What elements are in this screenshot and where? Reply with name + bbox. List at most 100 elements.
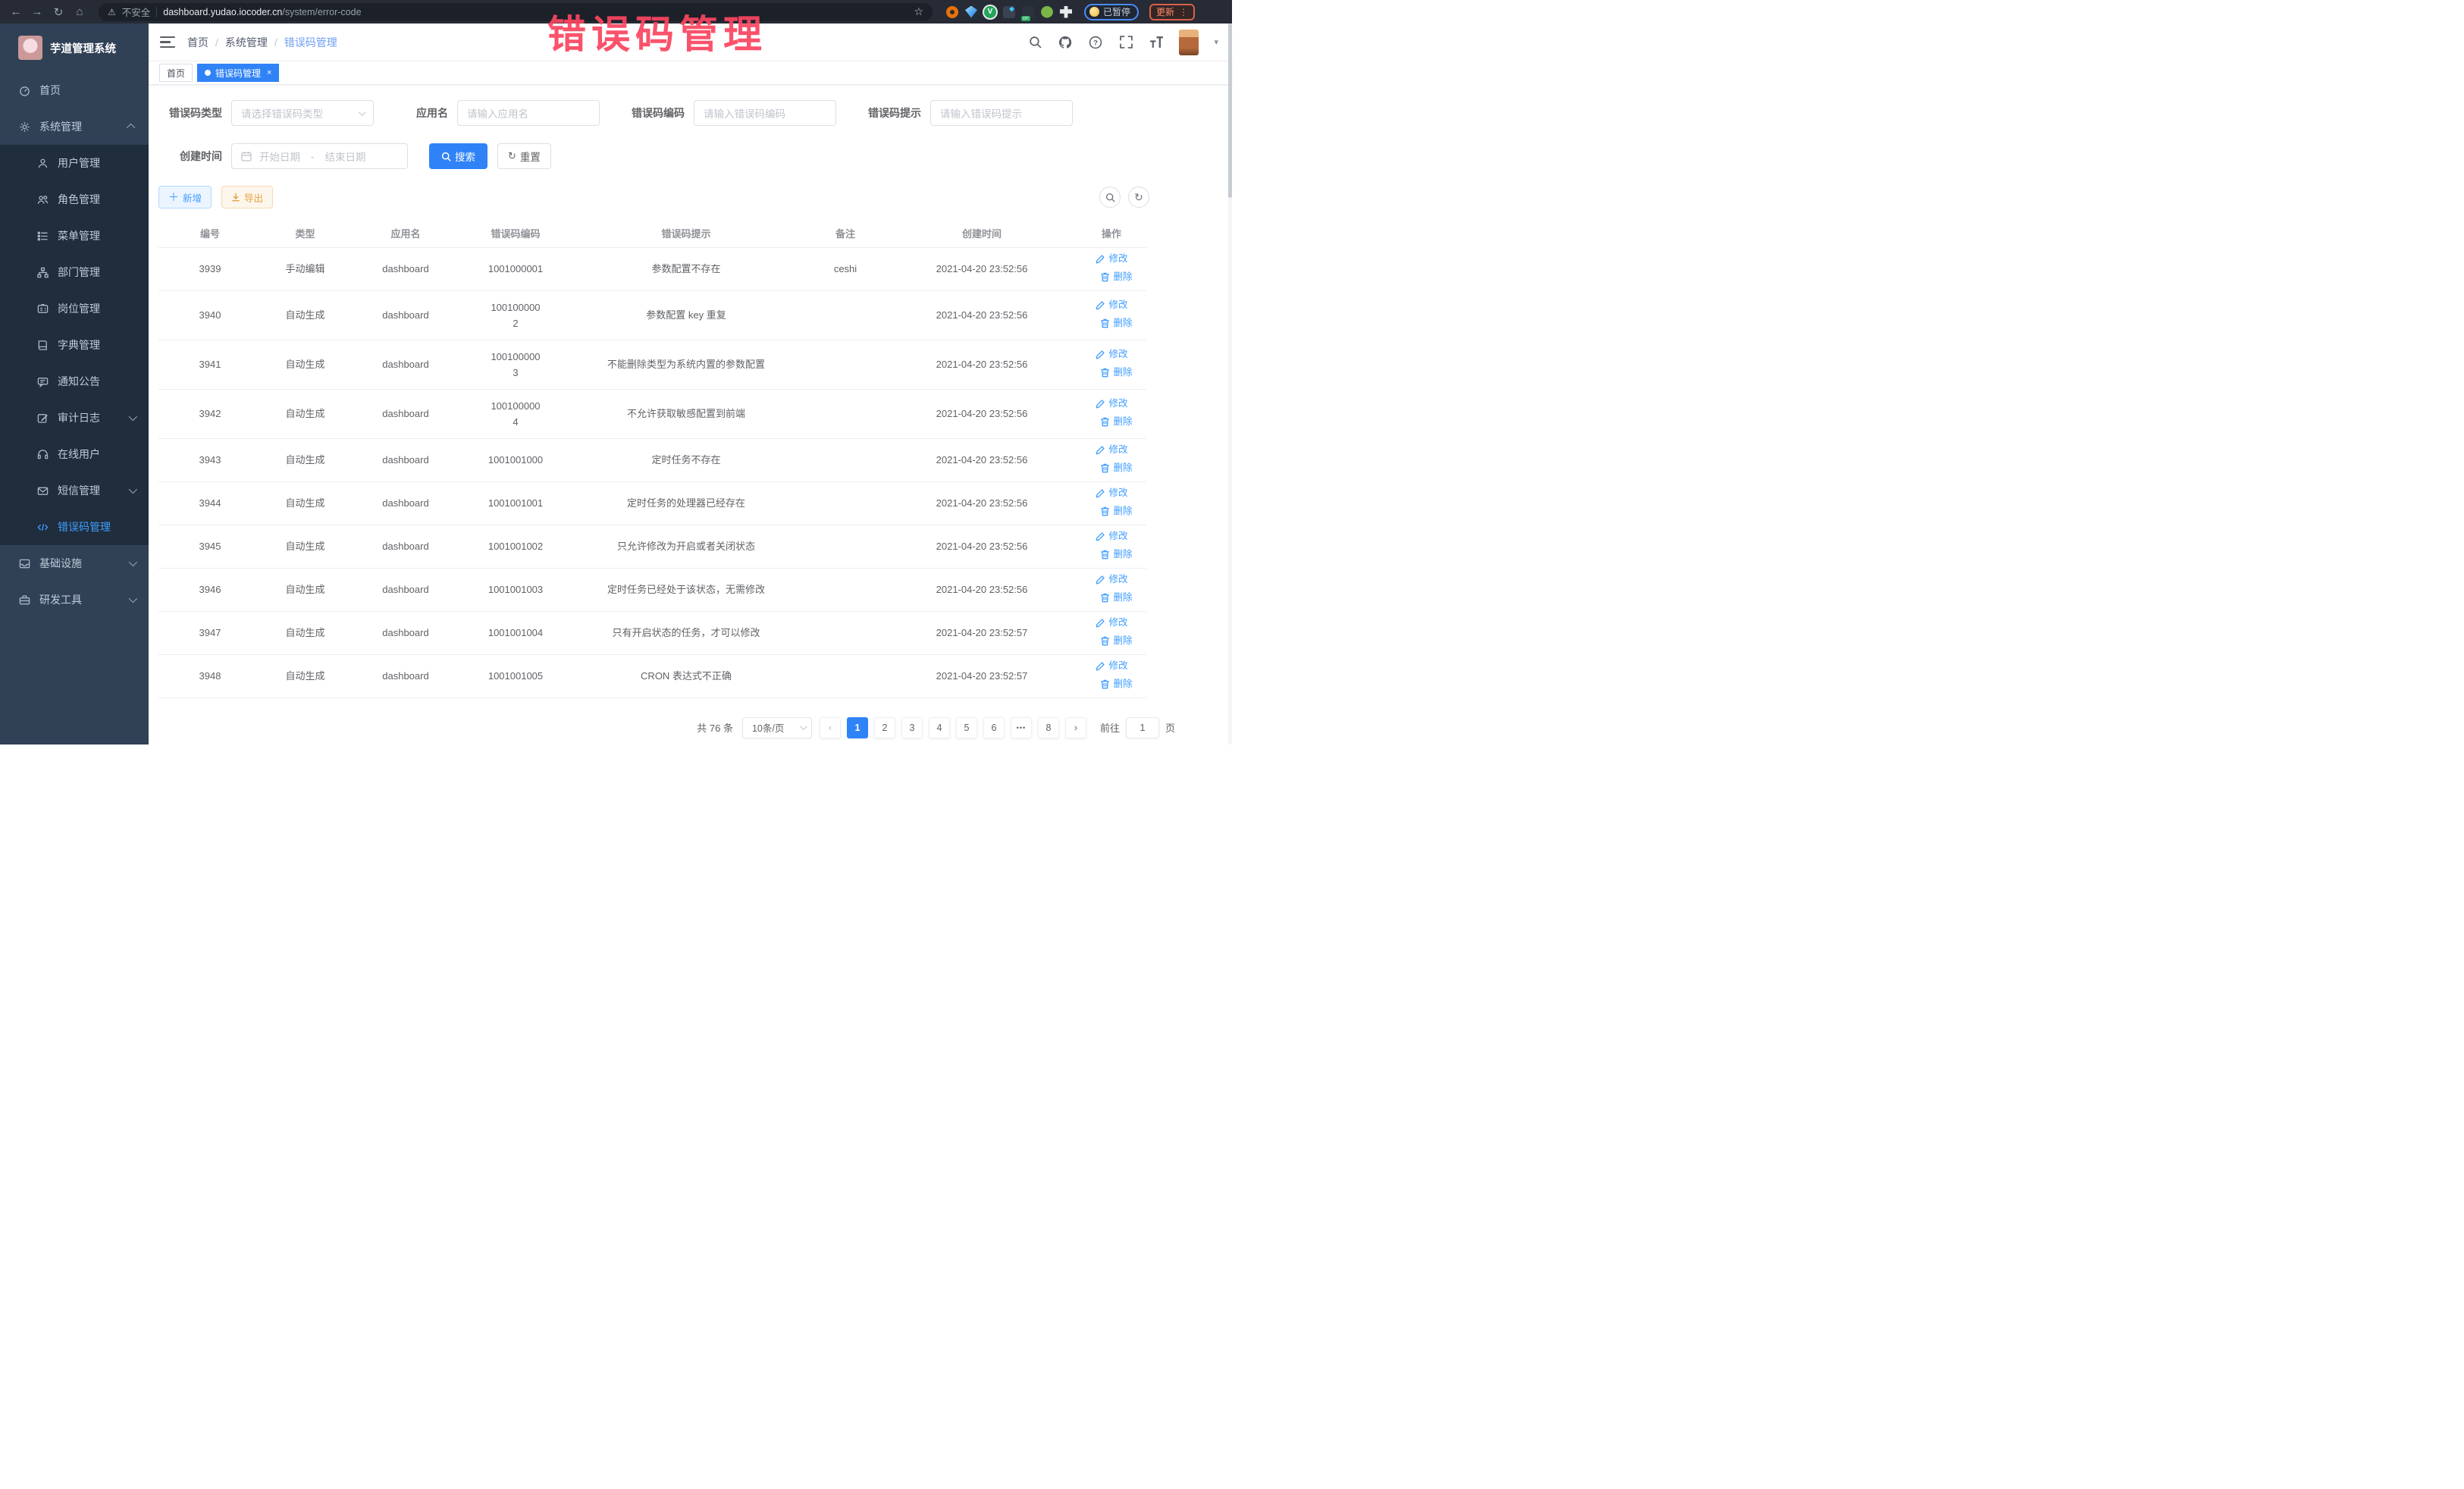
extension-icon[interactable]	[965, 6, 977, 18]
extension-icon[interactable]	[946, 6, 958, 18]
bookmark-star-icon[interactable]: ☆	[914, 5, 923, 18]
tag-首页[interactable]: 首页	[159, 64, 193, 82]
sidebar-item-home[interactable]: 首页	[0, 72, 149, 108]
forward-icon[interactable]: →	[29, 4, 45, 20]
table-row[interactable]: 3944自动生成dashboard1001001001定时任务的处理器已经存在2…	[158, 481, 1146, 525]
next-page-button[interactable]: ›	[1065, 717, 1086, 738]
sidebar-item-dept[interactable]: 部门管理	[0, 254, 149, 290]
edit-link[interactable]: 修改	[1095, 442, 1127, 458]
delete-link[interactable]: 删除	[1099, 547, 1132, 563]
edit-link[interactable]: 修改	[1095, 528, 1127, 544]
table-row[interactable]: 3945自动生成dashboard1001001002只允许修改为开启或者关闭状…	[158, 525, 1146, 568]
sidebar-item-sms[interactable]: 短信管理	[0, 472, 149, 509]
sidebar-item-system[interactable]: 系统管理	[0, 108, 149, 145]
edit-link[interactable]: 修改	[1095, 251, 1127, 267]
sidebar-item-post[interactable]: 岗位管理	[0, 290, 149, 327]
fullscreen-icon[interactable]	[1118, 35, 1133, 50]
date-range-picker[interactable]: 开始日期 - 结束日期	[231, 143, 408, 169]
edit-link[interactable]: 修改	[1095, 396, 1127, 412]
help-icon[interactable]: ?	[1088, 35, 1103, 50]
breadcrumb-item[interactable]: 首页	[187, 35, 208, 50]
table-row[interactable]: 3941自动生成dashboard1001000003不能删除类型为系统内置的参…	[158, 340, 1146, 389]
back-icon[interactable]: ←	[8, 4, 24, 20]
sidebar-item-menu[interactable]: 菜单管理	[0, 218, 149, 254]
sidebar-item-error-code[interactable]: 错误码管理	[0, 509, 149, 545]
page-button-1[interactable]: 1	[847, 717, 868, 738]
edit-link[interactable]: 修改	[1095, 572, 1127, 588]
extension-icon[interactable]	[1003, 6, 1015, 18]
reset-button[interactable]: ↻ 重置	[497, 143, 551, 169]
sidebar-logo[interactable]: 芋道管理系统	[0, 24, 149, 72]
app-name-input[interactable]: 请输入应用名	[457, 100, 600, 126]
table-row[interactable]: 3942自动生成dashboard1001000004不允许获取敏感配置到前端2…	[158, 389, 1146, 438]
error-hint-input[interactable]: 请输入错误码提示	[930, 100, 1073, 126]
error-code-input[interactable]: 请输入错误码编码	[694, 100, 836, 126]
sidebar-item-audit-log[interactable]: 审计日志	[0, 400, 149, 436]
goto-page-input[interactable]: 1	[1126, 717, 1159, 738]
sidebar-item-dict[interactable]: 字典管理	[0, 327, 149, 363]
table-row[interactable]: 3946自动生成dashboard1001001003定时任务已经处于该状态，无…	[158, 568, 1146, 611]
close-icon[interactable]: ×	[267, 68, 271, 77]
delete-link[interactable]: 删除	[1099, 503, 1132, 519]
page-button-2[interactable]: 2	[874, 717, 895, 738]
sidebar-item-role[interactable]: 角色管理	[0, 181, 149, 218]
edit-link[interactable]: 修改	[1095, 485, 1127, 501]
refresh-table-icon[interactable]: ↻	[1128, 187, 1149, 208]
tag-错误码管理[interactable]: 错误码管理×	[197, 64, 279, 82]
profile-paused-badge[interactable]: 已暂停	[1084, 4, 1139, 20]
export-button[interactable]: 导出	[221, 186, 273, 208]
url-text[interactable]: dashboard.yudao.iocoder.cn/system/error-…	[163, 7, 361, 17]
extension-on-icon[interactable]	[1022, 6, 1034, 18]
caret-down-icon[interactable]: ▾	[1214, 37, 1218, 47]
table-row[interactable]: 3940自动生成dashboard1001000002参数配置 key 重复20…	[158, 290, 1146, 340]
scrollbar[interactable]	[1228, 24, 1232, 744]
font-size-icon[interactable]	[1149, 35, 1164, 50]
edit-link[interactable]: 修改	[1095, 615, 1127, 631]
delete-link[interactable]: 删除	[1099, 590, 1132, 606]
extension-icon[interactable]: V	[984, 6, 996, 18]
sidebar-item-user[interactable]: 用户管理	[0, 145, 149, 181]
sidebar-item-dev-tools[interactable]: 研发工具	[0, 581, 149, 618]
extensions-puzzle-icon[interactable]	[1060, 6, 1072, 18]
scrollbar-thumb[interactable]	[1228, 24, 1232, 198]
delete-link[interactable]: 删除	[1099, 676, 1132, 692]
delete-link[interactable]: 删除	[1099, 414, 1132, 430]
delete-link[interactable]: 删除	[1099, 315, 1132, 331]
edit-link[interactable]: 修改	[1095, 346, 1127, 362]
error-type-select[interactable]: 请选择错误码类型	[231, 100, 374, 126]
reload-icon[interactable]: ↻	[50, 4, 67, 20]
table-row[interactable]: 3948自动生成dashboard1001001005CRON 表达式不正确20…	[158, 654, 1146, 697]
more-pages-icon[interactable]: •••	[1011, 717, 1032, 738]
browser-update-button[interactable]: 更新 ⋮	[1149, 4, 1195, 20]
page-button-8[interactable]: 8	[1038, 717, 1059, 738]
table-row[interactable]: 3947自动生成dashboard1001001004只有开启状态的任务，才可以…	[158, 611, 1146, 654]
sidebar-item-online-user[interactable]: 在线用户	[0, 436, 149, 472]
delete-link[interactable]: 删除	[1099, 269, 1132, 285]
page-button-6[interactable]: 6	[983, 717, 1005, 738]
page-button-3[interactable]: 3	[901, 717, 923, 738]
delete-link[interactable]: 删除	[1099, 365, 1132, 381]
delete-link[interactable]: 删除	[1099, 460, 1132, 476]
home-icon[interactable]: ⌂	[71, 4, 88, 20]
user-avatar[interactable]	[1179, 30, 1199, 55]
sidebar-item-infra[interactable]: 基础设施	[0, 545, 149, 581]
hamburger-icon[interactable]	[160, 36, 175, 49]
table-row[interactable]: 3943自动生成dashboard1001001000定时任务不存在2021-0…	[158, 438, 1146, 481]
search-icon[interactable]	[1027, 35, 1042, 50]
edit-link[interactable]: 修改	[1095, 297, 1127, 313]
page-size-select[interactable]: 10条/页	[742, 717, 812, 738]
add-button[interactable]: ＋ 新增	[158, 186, 212, 208]
start-date-placeholder[interactable]: 开始日期	[259, 149, 300, 164]
page-button-4[interactable]: 4	[929, 717, 950, 738]
github-icon[interactable]	[1058, 35, 1073, 50]
page-button-5[interactable]: 5	[956, 717, 977, 738]
table-row[interactable]: 3939手动编辑dashboard1001000001参数配置不存在ceshi2…	[158, 247, 1146, 290]
not-secure-label[interactable]: 不安全	[122, 5, 151, 19]
toggle-search-icon[interactable]	[1099, 187, 1121, 208]
search-button[interactable]: 搜索	[429, 143, 487, 169]
edit-link[interactable]: 修改	[1095, 658, 1127, 674]
delete-link[interactable]: 删除	[1099, 633, 1132, 649]
breadcrumb-item[interactable]: 系统管理	[225, 35, 268, 50]
end-date-placeholder[interactable]: 结束日期	[325, 149, 366, 164]
browser-menu-icon[interactable]: ⋮	[1179, 7, 1188, 17]
